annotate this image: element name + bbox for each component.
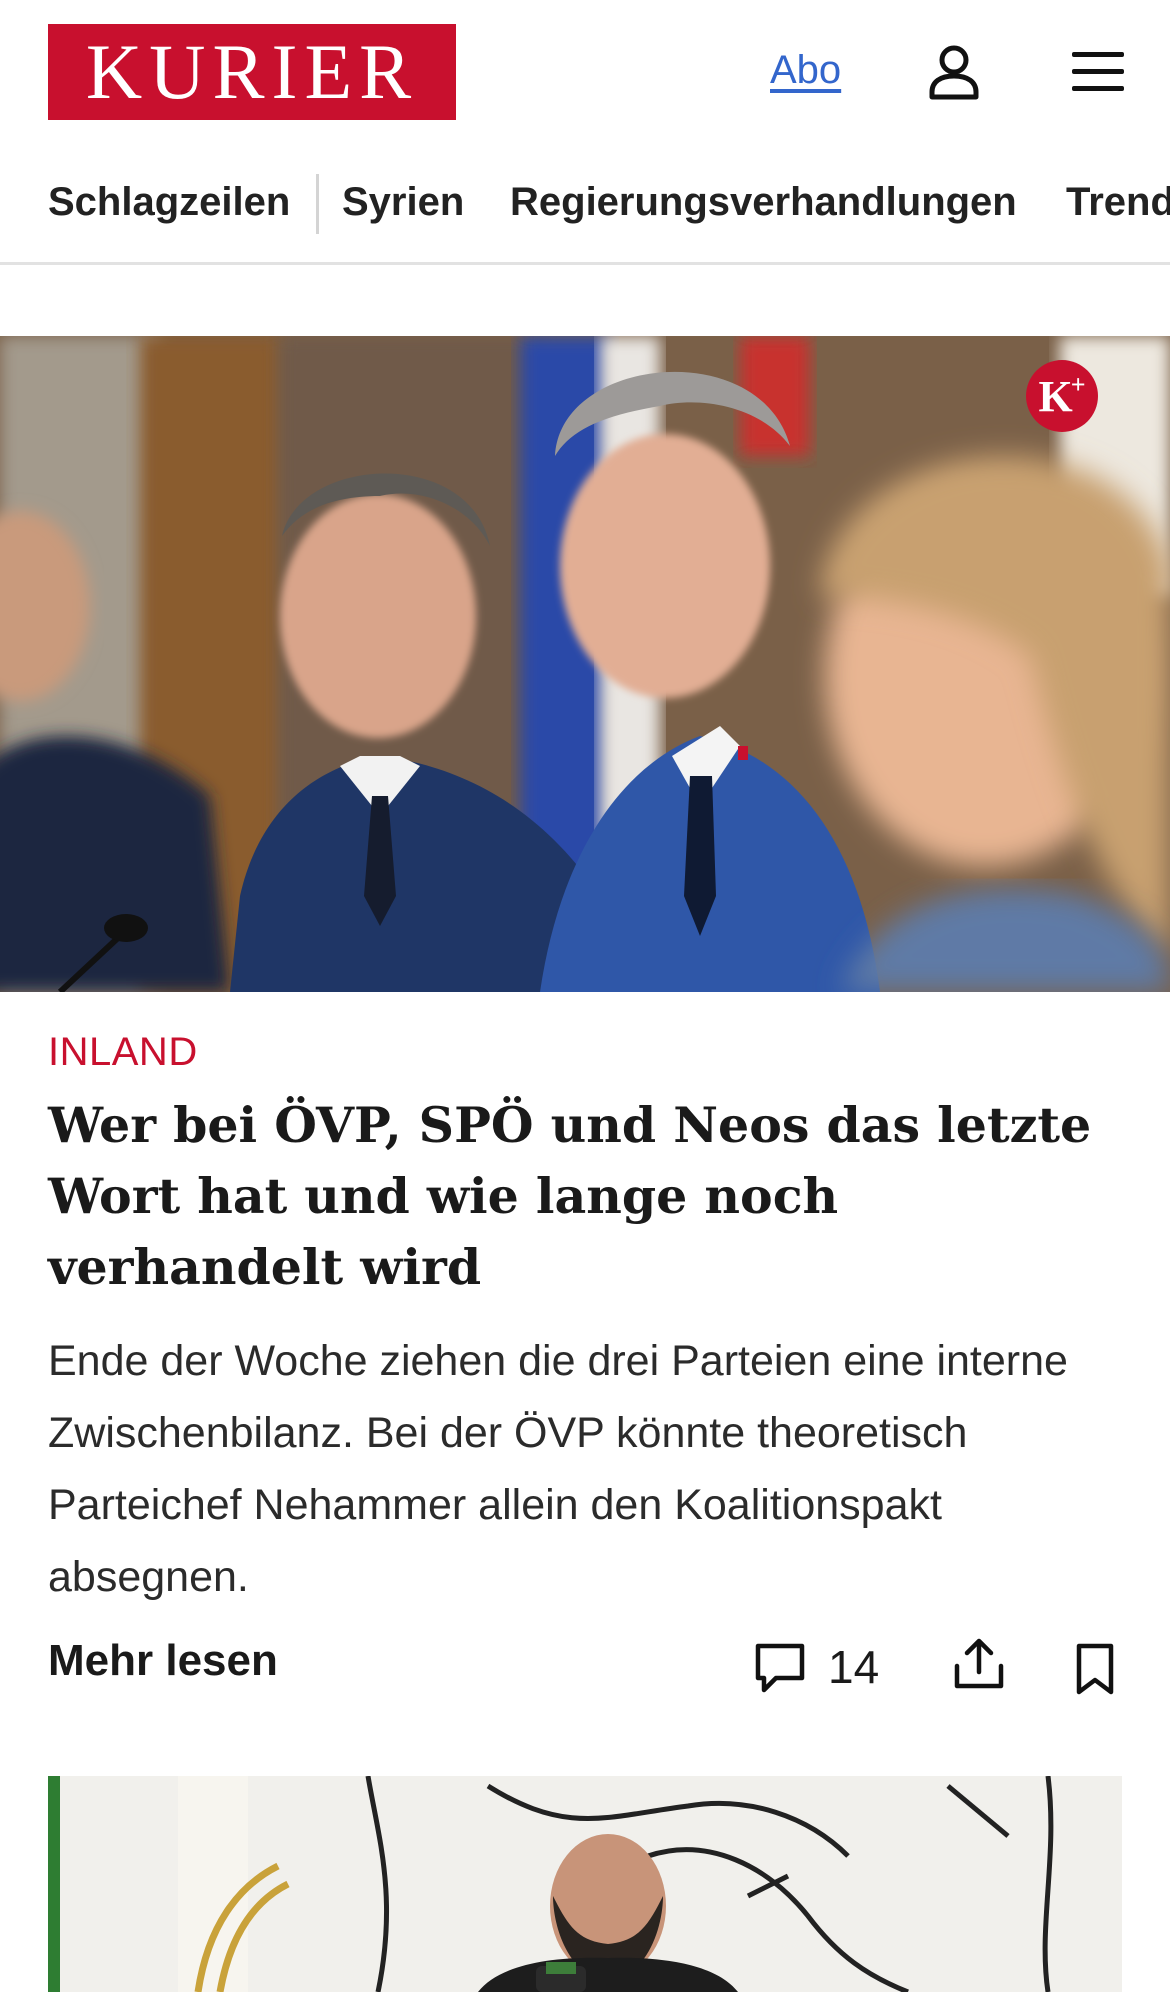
bookmark-icon[interactable] (1074, 1642, 1116, 1696)
share-icon[interactable] (952, 1636, 1006, 1692)
topic-syrien[interactable]: Syrien (342, 180, 464, 225)
user-icon[interactable] (928, 44, 980, 100)
topic-trend[interactable]: Trend (1066, 180, 1170, 225)
topic-regierungsverhandlungen[interactable]: Regierungsverhandlungen (510, 180, 1017, 225)
comment-count[interactable]: 14 (828, 1640, 879, 1694)
next-article-image[interactable] (48, 1776, 1122, 1992)
topic-schlagzeilen[interactable]: Schlagzeilen (48, 180, 290, 225)
hamburger-menu-icon[interactable] (1070, 48, 1126, 96)
kurier-logo[interactable]: KURIER (48, 24, 456, 120)
hero-image[interactable] (0, 336, 1170, 992)
read-more-link[interactable]: Mehr lesen (48, 1636, 278, 1686)
premium-badge-icon: K + (1026, 360, 1098, 432)
site-header: KURIER Abo (0, 0, 1170, 145)
comment-icon[interactable] (752, 1640, 808, 1696)
article-teaser: Ende der Woche ziehen die drei Parteien … (48, 1337, 1068, 1601)
abo-link[interactable]: Abo (770, 48, 841, 93)
topic-nav: Schlagzeilen Syrien Regierungsverhandlun… (0, 160, 1170, 265)
article-headline[interactable]: Wer bei ÖVP, SPÖ und Neos das letzte Wor… (48, 1090, 1128, 1303)
topic-divider (316, 174, 319, 234)
article-category[interactable]: INLAND (48, 1030, 198, 1075)
